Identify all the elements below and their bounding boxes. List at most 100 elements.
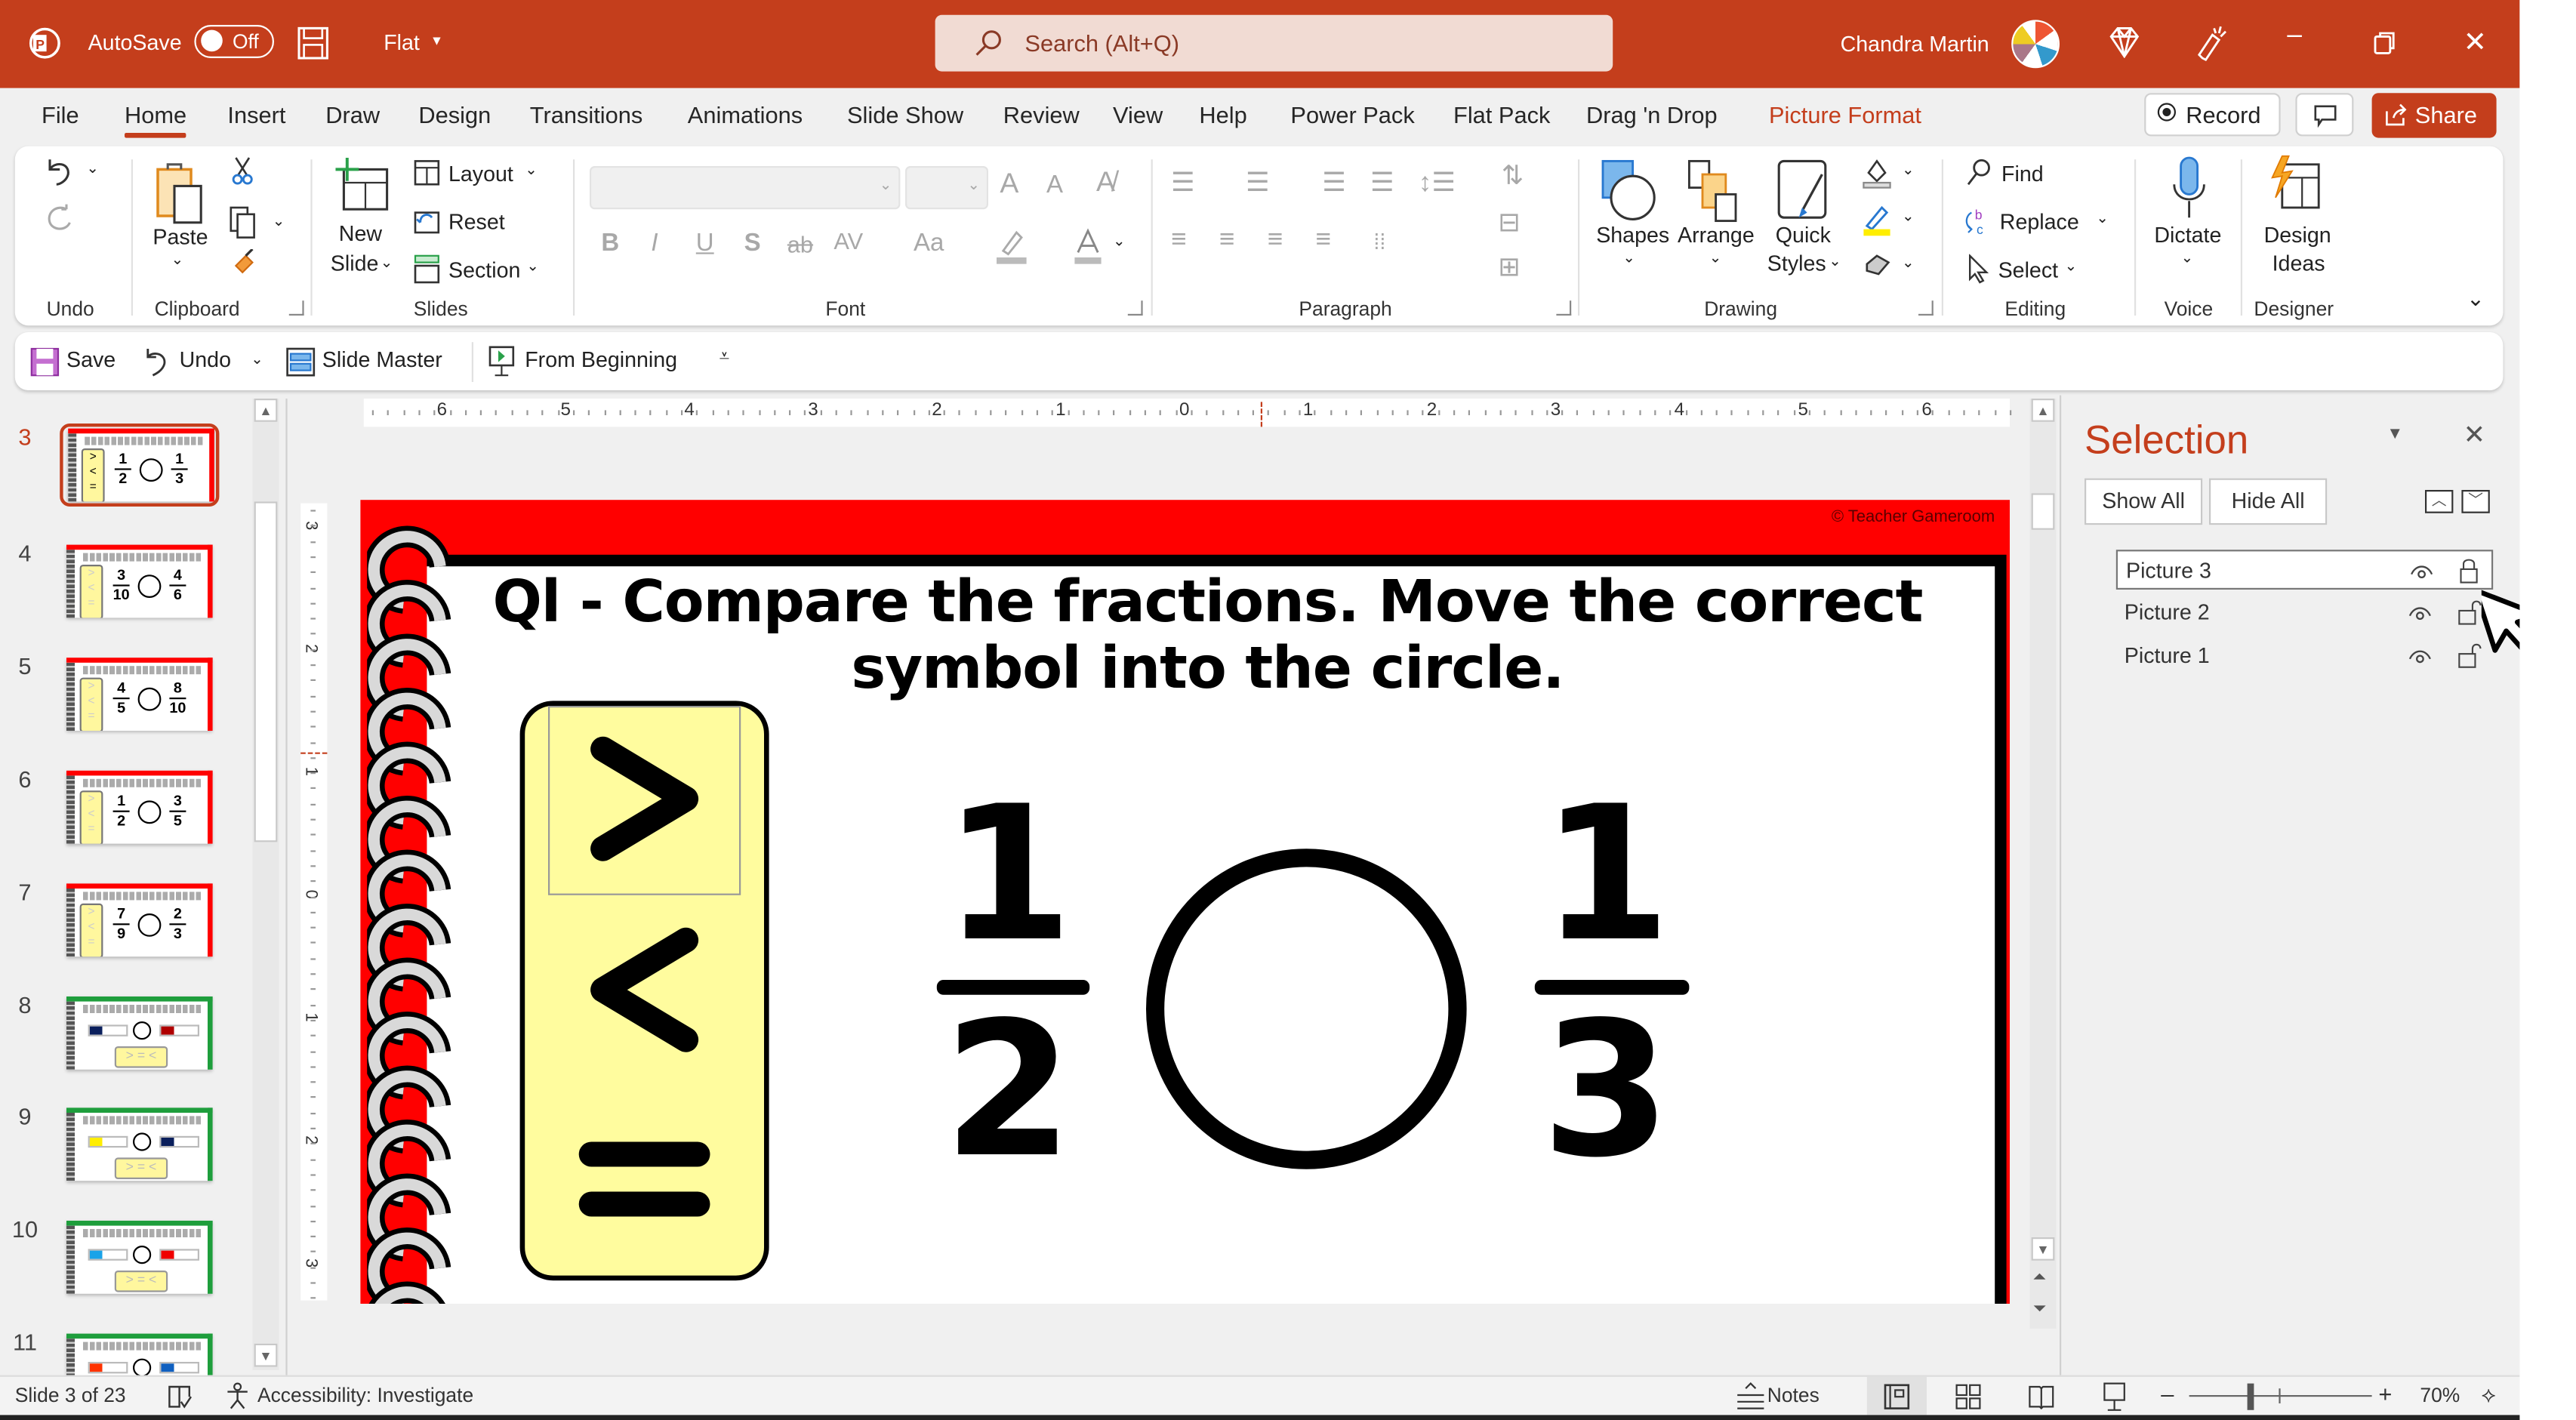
undo-dropdown-icon[interactable]: ⌄: [86, 159, 99, 177]
tab-review[interactable]: Review: [1003, 101, 1080, 128]
increase-font-size-button[interactable]: A: [1000, 168, 1018, 201]
copy-icon[interactable]: [230, 206, 260, 239]
slide-thumbnail[interactable]: > = <: [66, 1107, 213, 1181]
justify-icon[interactable]: ≡: [1315, 226, 1331, 256]
accessibility-status[interactable]: Accessibility: Investigate: [257, 1384, 473, 1407]
dictate-microphone-icon[interactable]: [2169, 155, 2209, 221]
text-direction-icon[interactable]: ⇅: [1502, 159, 1524, 193]
less-than-symbol[interactable]: [587, 923, 703, 1056]
collapse-ribbon-chevron-icon[interactable]: ⌄: [2467, 285, 2485, 312]
shapes-dropdown-icon[interactable]: ⌄: [1622, 249, 1635, 267]
notes-button[interactable]: Notes: [1767, 1384, 1820, 1407]
cut-icon[interactable]: [231, 156, 254, 186]
tab-file[interactable]: File: [42, 101, 79, 128]
select-button[interactable]: Select: [1998, 257, 2059, 282]
tab-slide-show[interactable]: Slide Show: [847, 101, 963, 128]
visibility-eye-icon[interactable]: [2410, 559, 2433, 583]
arrange-button[interactable]: Arrange: [1678, 223, 1755, 248]
find-icon[interactable]: [1965, 158, 1992, 188]
answer-circle[interactable]: [1146, 849, 1467, 1169]
slide-sorter-icon[interactable]: [1955, 1384, 1981, 1410]
minimize-button[interactable]: –: [2287, 22, 2302, 52]
paragraph-launcher-icon[interactable]: [1556, 300, 1572, 316]
shape-effects-dropdown-icon[interactable]: ⌄: [1902, 254, 1915, 273]
comments-button[interactable]: [2295, 93, 2354, 137]
slide-thumbnail[interactable]: > = <: [66, 996, 213, 1070]
document-name[interactable]: Flat: [384, 30, 420, 55]
selection-item[interactable]: Picture 1: [2116, 636, 2493, 676]
slide-thumbnail[interactable]: > = <: [66, 1221, 213, 1294]
scroll-thumb[interactable]: [254, 501, 278, 842]
new-slide-icon[interactable]: [335, 156, 392, 213]
shapes-icon[interactable]: [1600, 158, 1659, 224]
scroll-down-button[interactable]: ▼: [254, 1343, 278, 1367]
unlocked-icon[interactable]: [2457, 639, 2483, 671]
show-all-button[interactable]: Show All: [2085, 478, 2203, 525]
section-dropdown-icon[interactable]: ⌄: [526, 257, 539, 276]
slide-thumbnail[interactable]: > < = 7 9 2 3: [66, 883, 213, 957]
change-case-button[interactable]: Aa: [914, 229, 944, 257]
dictate-button[interactable]: Dictate: [2154, 223, 2221, 248]
line-spacing-icon[interactable]: ↕☰: [1419, 166, 1456, 199]
shape-fill-icon[interactable]: [1862, 156, 1892, 189]
arrange-dropdown-icon[interactable]: ⌄: [1709, 249, 1722, 267]
zoom-slider-thumb[interactable]: [2247, 1383, 2254, 1410]
tab-draw[interactable]: Draw: [325, 101, 380, 128]
underline-button[interactable]: U: [696, 229, 714, 257]
undo-icon[interactable]: [143, 347, 169, 377]
spelling-check-icon[interactable]: [166, 1384, 193, 1410]
text-shadow-button[interactable]: S: [744, 229, 761, 257]
equals-symbol[interactable]: [578, 1135, 711, 1234]
layout-dropdown-icon[interactable]: ⌄: [525, 161, 538, 179]
section-button[interactable]: Section: [448, 257, 520, 282]
numbering-icon[interactable]: ☰: [1246, 166, 1270, 199]
autosave-toggle[interactable]: Off: [194, 25, 274, 58]
arrange-icon[interactable]: [1686, 158, 1742, 224]
align-center-icon[interactable]: ≡: [1219, 226, 1235, 256]
find-button[interactable]: Find: [2001, 161, 2044, 186]
shape-outline-dropdown-icon[interactable]: ⌄: [1902, 208, 1915, 226]
selection-item[interactable]: Picture 2: [2116, 593, 2493, 633]
replace-button[interactable]: Replace: [2000, 209, 2079, 234]
dictate-dropdown-icon[interactable]: ⌄: [2181, 249, 2194, 267]
tab-view[interactable]: View: [1113, 101, 1163, 128]
slide-thumbnail[interactable]: > < = 4 5 8 10: [66, 658, 213, 731]
design-ideas-icon[interactable]: [2266, 155, 2325, 214]
tab-transitions[interactable]: Transitions: [530, 101, 642, 128]
tab-power-pack[interactable]: Power Pack: [1290, 101, 1414, 128]
font-size-combobox[interactable]: ⌄: [905, 166, 988, 210]
zoom-in-button[interactable]: +: [2378, 1380, 2392, 1406]
select-icon[interactable]: [1967, 254, 1990, 285]
editor-scrollbar[interactable]: ▲ ▼: [2029, 399, 2057, 1329]
align-right-icon[interactable]: ≡: [1268, 226, 1283, 256]
copy-dropdown-icon[interactable]: ⌄: [273, 213, 285, 231]
font-color-icon[interactable]: [1071, 227, 1105, 264]
notes-icon[interactable]: [1734, 1381, 1767, 1412]
tab-insert[interactable]: Insert: [227, 101, 285, 128]
send-backward-button[interactable]: ﹀: [2461, 490, 2490, 513]
bring-forward-button[interactable]: ︿: [2425, 490, 2454, 513]
new-slide-dropdown-icon[interactable]: ⌄: [381, 254, 393, 273]
format-painter-icon[interactable]: [231, 249, 257, 279]
smartart-icon[interactable]: ⊞: [1498, 251, 1520, 284]
select-dropdown-icon[interactable]: ⌄: [2065, 257, 2078, 276]
thumbnail-scrollbar[interactable]: ▲ ▼: [252, 399, 279, 1370]
undo-dropdown-icon[interactable]: ⌄: [251, 350, 263, 368]
tab-animations[interactable]: Animations: [688, 101, 803, 128]
italic-button[interactable]: I: [651, 229, 658, 257]
tab-help[interactable]: Help: [1199, 101, 1246, 128]
undo-icon[interactable]: [43, 156, 76, 189]
customize-qat-icon[interactable]: ⩡: [719, 347, 730, 369]
normal-view-button[interactable]: [1866, 1376, 1927, 1415]
slide-thumbnail[interactable]: > < = 1 2 3 5: [66, 770, 213, 844]
strikethrough-button[interactable]: ab: [787, 231, 813, 257]
tab-flat-pack[interactable]: Flat Pack: [1453, 101, 1550, 128]
close-pane-button[interactable]: ✕: [2464, 418, 2485, 451]
quick-styles-icon[interactable]: [1776, 158, 1832, 224]
doc-menu-chevron-icon[interactable]: ▼: [430, 33, 443, 48]
scroll-up-button[interactable]: ▲: [254, 399, 278, 422]
quick-styles-dropdown-icon[interactable]: ⌄: [1829, 252, 1841, 270]
design-ideas-label-1[interactable]: Design: [2264, 223, 2331, 248]
close-window-button[interactable]: ✕: [2464, 26, 2487, 60]
qat-slide-master-button[interactable]: Slide Master: [322, 347, 442, 372]
